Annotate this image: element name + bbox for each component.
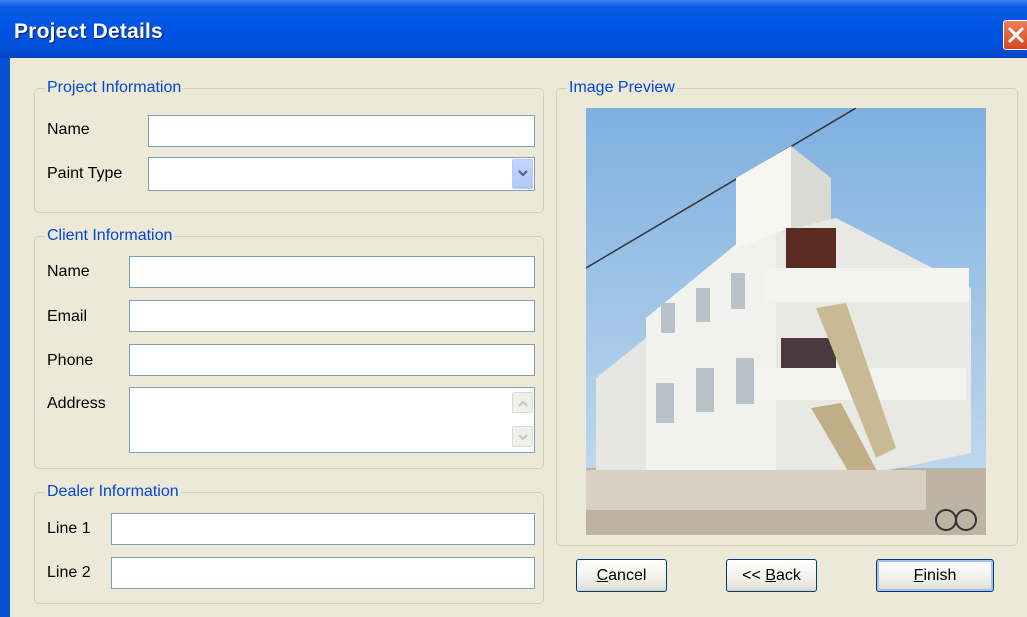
back-label: ack [775,567,801,584]
client-phone-label: Phone [47,352,94,369]
paint-type-dropdown[interactable] [148,157,535,191]
cancel-button[interactable]: Cancel [576,559,667,592]
finish-label: inish [923,567,957,584]
client-information-legend: Client Information [45,227,175,245]
image-preview-legend: Image Preview [567,79,677,97]
back-accelerator: B [765,567,776,584]
cancel-label: ancel [608,567,647,584]
client-phone-input[interactable] [129,344,535,376]
window-left-border [0,58,10,617]
address-scroll-up-button[interactable] [512,392,533,413]
client-address-label: Address [47,395,106,412]
dealer-line2-label: Line 2 [47,564,91,581]
address-scroll-down-button[interactable] [512,426,533,447]
close-button[interactable] [1003,20,1027,50]
dealer-information-legend: Dealer Information [45,483,181,501]
paint-type-label: Paint Type [47,165,123,182]
paint-type-dropdown-button[interactable] [512,159,533,189]
chevron-down-icon [518,170,528,177]
back-button[interactable]: << Back [726,559,817,592]
client-email-input[interactable] [129,300,535,332]
client-email-label: Email [47,308,88,325]
chevron-up-icon [518,400,528,407]
image-preview [586,108,986,535]
project-name-label: Name [47,121,90,138]
project-information-group: Project Information [34,79,544,213]
finish-button[interactable]: Finish [876,559,994,592]
building-photo [586,108,986,535]
title-bar[interactable]: Project Details [0,0,1027,58]
project-details-dialog: Project Details Project Information Name… [0,0,1027,617]
dealer-line2-input[interactable] [111,557,535,589]
client-name-label: Name [47,263,90,280]
client-name-input[interactable] [129,256,535,288]
dealer-line1-label: Line 1 [47,520,91,537]
finish-accelerator: F [913,567,924,584]
project-information-legend: Project Information [45,79,184,97]
close-icon [1008,27,1024,43]
back-prefix: << [742,567,766,584]
client-address-textarea[interactable] [129,387,535,453]
chevron-down-icon [518,434,528,441]
window-title: Project Details [14,20,163,43]
project-name-input[interactable] [148,115,535,147]
dealer-line1-input[interactable] [111,513,535,545]
cancel-accelerator: C [596,567,609,584]
